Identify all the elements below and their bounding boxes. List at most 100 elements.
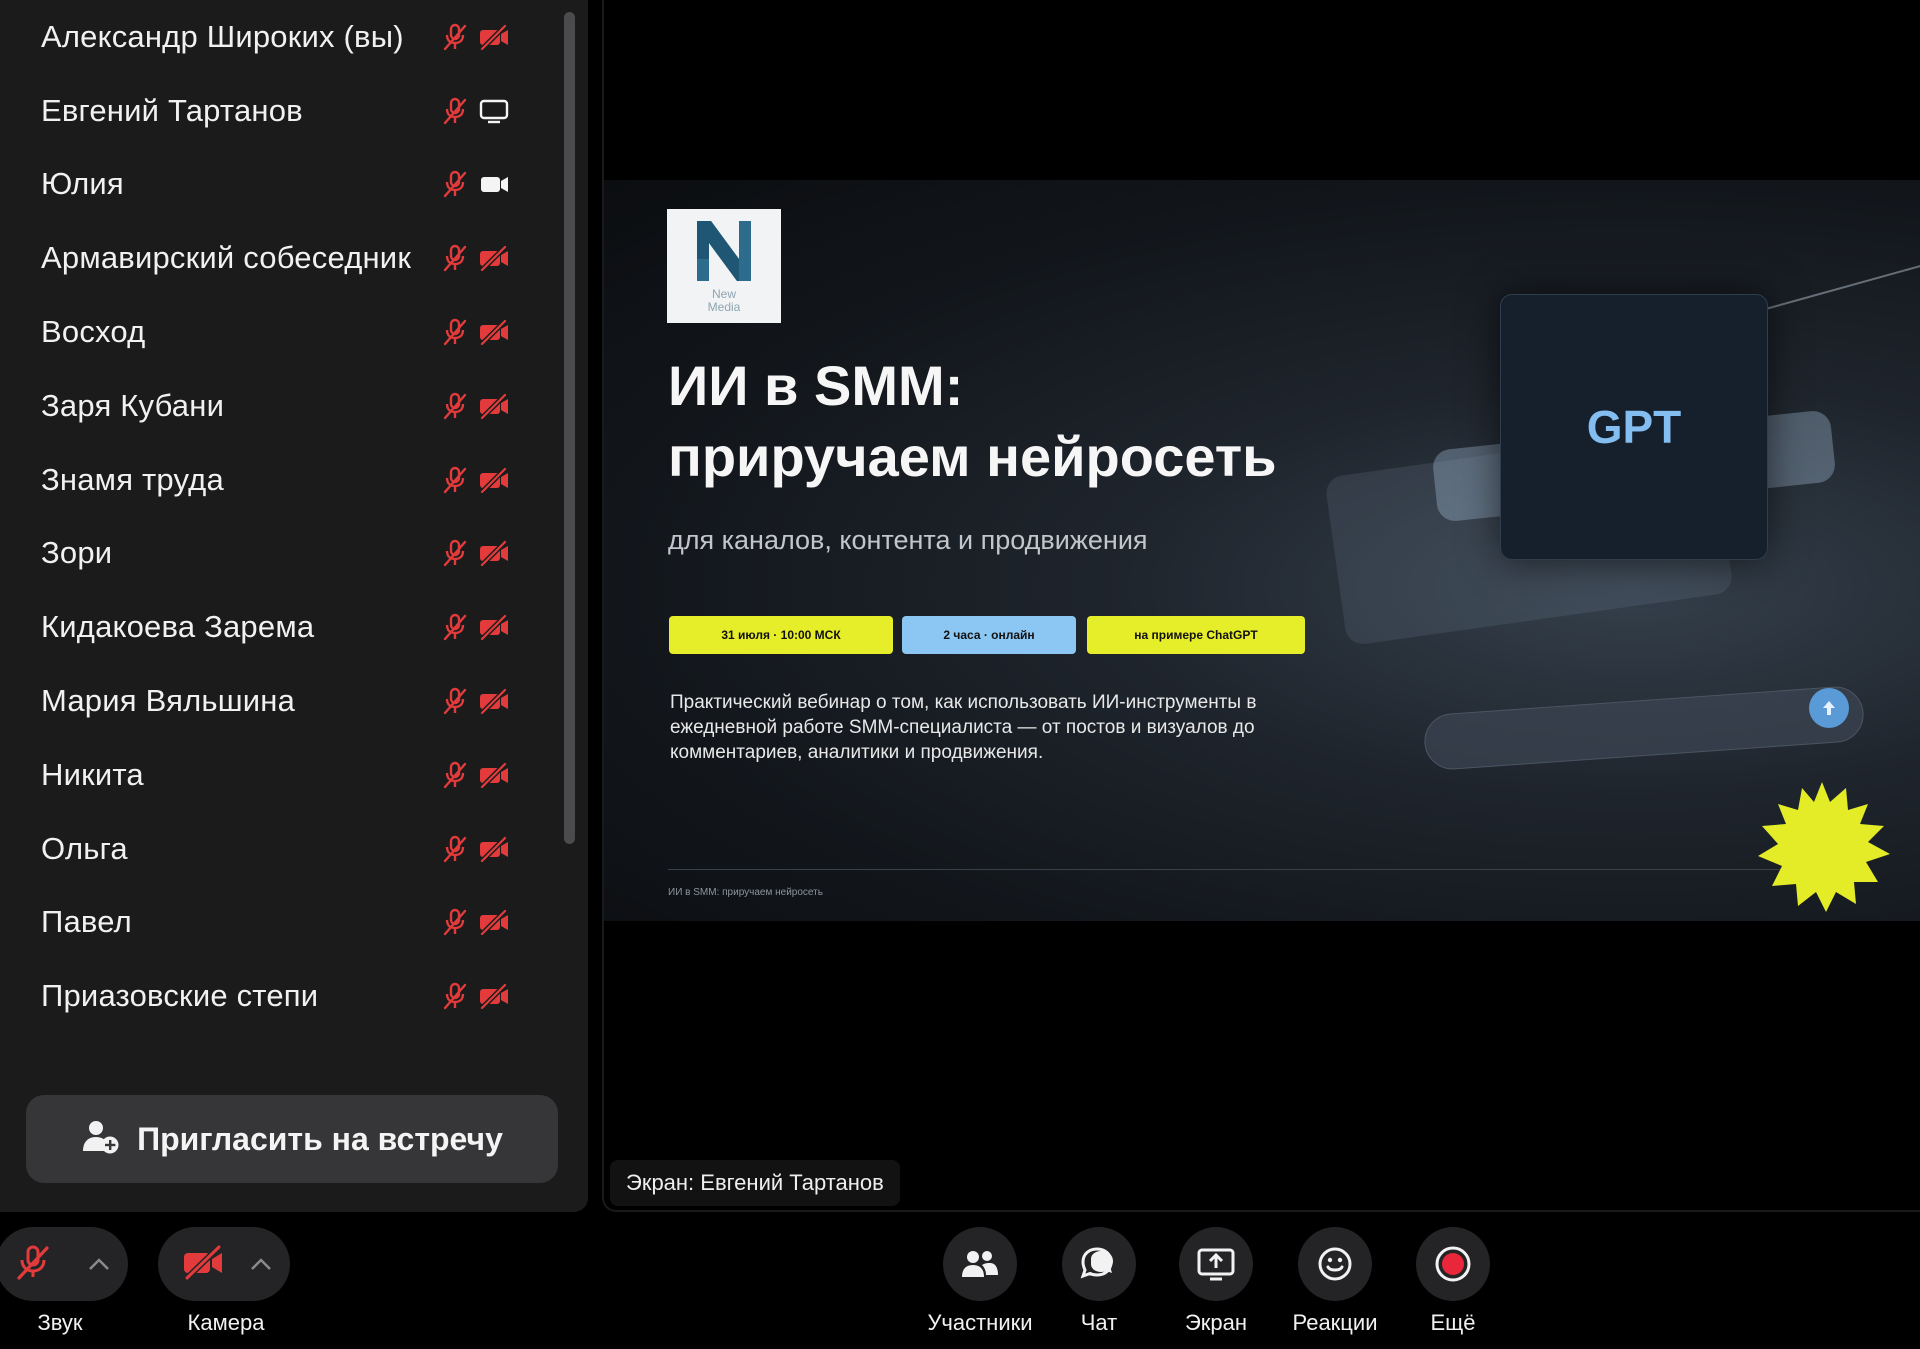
participant-row[interactable]: Павел	[0, 886, 560, 960]
chevron-up-icon	[251, 1258, 271, 1270]
record-icon	[1435, 1246, 1471, 1282]
mic-muted-icon	[442, 22, 468, 52]
mic-muted-icon	[442, 465, 468, 495]
mic-toggle-button[interactable]	[0, 1227, 70, 1301]
bottom-toolbar: Звук Камера Участники Чат Экран Реакции …	[0, 1212, 1920, 1349]
mic-muted-icon	[442, 96, 468, 126]
duration-pill: 2 часа · онлайн	[902, 616, 1076, 654]
mic-muted-icon	[442, 538, 468, 568]
participant-row[interactable]: Восход	[0, 295, 560, 369]
mic-muted-icon	[442, 612, 468, 642]
date-pill: 31 июля · 10:00 МСК	[669, 616, 893, 654]
participants-button[interactable]: Участники	[927, 1227, 1033, 1335]
participant-row[interactable]: Знамя труда	[0, 443, 560, 517]
participants-icon	[962, 1251, 998, 1277]
camera-toggle-button[interactable]	[166, 1227, 240, 1301]
camera-off-icon	[478, 983, 510, 1010]
slide-footer: ИИ в SMM: приручаем нейросеть	[668, 887, 823, 898]
more-button-label: Ещё	[1430, 1310, 1476, 1335]
example-pill: на примере ChatGPT	[1087, 616, 1305, 654]
screen-share-icon	[478, 98, 510, 124]
mic-muted-icon	[442, 243, 468, 273]
camera-off-icon	[478, 540, 510, 567]
reactions-button[interactable]: Реакции	[1293, 1227, 1377, 1335]
mic-muted-icon	[442, 760, 468, 790]
camera-off-icon	[478, 614, 510, 641]
participant-row[interactable]: Зори	[0, 517, 560, 591]
participant-row[interactable]: Никита	[0, 738, 560, 812]
participants-scrollbar[interactable]	[564, 12, 575, 844]
participant-name: Александр Широких (вы)	[41, 18, 404, 54]
screen-share-icon	[1197, 1248, 1235, 1281]
logo-caption-new: New	[711, 287, 736, 301]
participants-list[interactable]: Александр Широких (вы) Евгений Тартанов Юл…	[0, 0, 560, 1065]
camera-off-icon	[478, 835, 510, 862]
participant-row[interactable]: Александр Широких (вы)	[0, 0, 560, 74]
participant-row[interactable]: Армавирский собеседник	[0, 221, 560, 295]
camera-options-chevron[interactable]	[246, 1249, 276, 1279]
camera-off-icon	[478, 393, 510, 419]
mic-muted-icon	[442, 907, 468, 937]
camera-label: Камера	[187, 1310, 265, 1335]
participant-row[interactable]: Заря Кубани	[0, 369, 560, 443]
mic-muted-icon	[442, 834, 468, 864]
participant-row[interactable]: Мария Вяльшина	[0, 664, 560, 738]
more-button[interactable]: Ещё	[1415, 1227, 1491, 1335]
gpt-card: GPT	[1500, 294, 1768, 560]
light-streak	[1744, 265, 1920, 316]
slide-title: ИИ в SMM: приручаем нейросеть	[668, 350, 1428, 492]
add-user-icon	[81, 1119, 121, 1160]
starburst-badge	[1758, 782, 1890, 912]
invite-button-label: Пригласить на встречу	[137, 1120, 503, 1157]
camera-on-icon	[478, 171, 510, 197]
camera-off-icon	[478, 466, 510, 493]
camera-off-icon	[478, 762, 510, 788]
mic-muted-icon	[442, 391, 468, 421]
sound-options-chevron[interactable]	[84, 1249, 114, 1279]
send-arrow-icon	[1809, 688, 1849, 728]
slide-title-line-2: приручаем нейросеть	[668, 425, 1277, 488]
participant-name: Никита	[41, 756, 144, 792]
participant-name: Юлия	[41, 166, 124, 202]
camera-off-icon	[478, 688, 510, 715]
mic-muted-icon	[442, 317, 468, 347]
participant-row[interactable]: Евгений Тартанов	[0, 74, 560, 148]
participant-row[interactable]: Кидакоева Зарема	[0, 590, 560, 664]
shared-slide: New Media ИИ в SMM: приручаем нейросеть …	[604, 180, 1920, 921]
participant-name: Приазовские степи	[41, 978, 319, 1014]
camera-off-icon	[478, 245, 510, 272]
mic-muted-icon	[442, 981, 468, 1011]
mic-muted-icon	[442, 169, 468, 199]
sound-control	[0, 1227, 128, 1301]
participant-name: Восход	[41, 314, 146, 350]
chevron-up-icon	[89, 1258, 109, 1270]
participant-name: Заря Кубани	[41, 387, 225, 423]
participant-name: Евгений Тартанов	[41, 92, 303, 128]
participant-name: Мария Вяльшина	[41, 683, 296, 719]
participant-row[interactable]: Ольга	[0, 812, 560, 886]
participant-name: Павел	[41, 904, 132, 940]
slide-subtitle: для каналов, контента и продвижения	[668, 525, 1148, 555]
camera-off-icon	[478, 24, 510, 50]
participant-name: Ольга	[41, 830, 128, 866]
participant-row[interactable]: Приазовские степи	[0, 959, 560, 1033]
invite-button[interactable]: Пригласить на встречу	[26, 1095, 558, 1183]
gpt-card-label: GPT	[1586, 401, 1682, 453]
slide-divider	[668, 869, 1858, 870]
camera-off-icon	[181, 1244, 225, 1285]
camera-off-icon	[478, 319, 510, 346]
participant-name: Армавирский собеседник	[41, 240, 412, 276]
camera-off-icon	[478, 909, 510, 936]
participant-name: Зори	[41, 535, 113, 571]
screen-share-label: Экран: Евгений Тартанов	[610, 1160, 900, 1206]
participant-row[interactable]: Юлия	[0, 148, 560, 222]
mic-muted-icon	[442, 686, 468, 716]
screen-share-button[interactable]: Экран	[1178, 1227, 1254, 1335]
slide-title-line-1: ИИ в SMM:	[668, 354, 964, 417]
chat-button[interactable]: Чат	[1061, 1227, 1137, 1335]
smile-icon	[1318, 1247, 1352, 1281]
slide-description: Практический вебинар о том, как использо…	[670, 692, 1257, 763]
sound-label: Звук	[37, 1310, 83, 1335]
participant-name: Знамя труда	[41, 461, 224, 497]
new-media-logo: New Media	[667, 209, 781, 323]
